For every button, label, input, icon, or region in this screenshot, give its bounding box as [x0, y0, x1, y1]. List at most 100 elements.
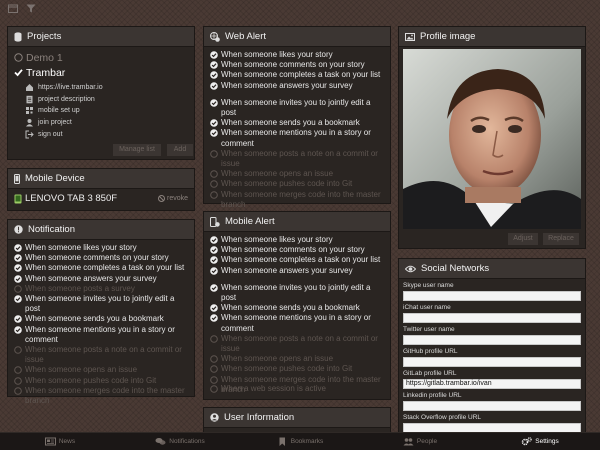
- filter-icon[interactable]: [26, 4, 36, 13]
- mobile-alert-list: When someone likes your story When someon…: [204, 232, 390, 398]
- exclamation-circle-icon: [14, 225, 23, 234]
- option-row[interactable]: When someone likes your story: [14, 243, 188, 253]
- option-row[interactable]: When someone mentions you in a story or …: [210, 128, 384, 148]
- social-networks-panel: Social Networks Skype user name iChat use…: [398, 258, 586, 434]
- check-icon: [14, 69, 23, 77]
- option-row[interactable]: When someone invites you to jointly edit…: [210, 98, 384, 118]
- circle-icon: [210, 170, 218, 179]
- option-row[interactable]: When someone merges code into the master…: [210, 190, 384, 210]
- ban-icon: [157, 195, 165, 202]
- option-row[interactable]: When someone sends you a bookmark: [210, 303, 384, 313]
- mobile-icon: [14, 173, 20, 184]
- option-label: When someone comments on your story: [221, 245, 365, 255]
- option-row[interactable]: When someone merges code into the master…: [14, 386, 188, 406]
- option-row[interactable]: When someone pushes code into Git: [14, 376, 188, 386]
- manage-list-button[interactable]: Manage list: [112, 143, 162, 157]
- social-field-label: GitLab profile URL: [403, 370, 457, 377]
- circle-icon: [14, 366, 22, 375]
- option-row[interactable]: When someone pushes code into Git: [210, 179, 384, 189]
- option-row[interactable]: When someone sends you a bookmark: [210, 118, 384, 128]
- check-circle-icon: [14, 315, 22, 324]
- social-field-input[interactable]: [403, 335, 581, 345]
- nav-tab-news[interactable]: News: [0, 433, 120, 450]
- option-label: When someone answers your survey: [221, 265, 353, 275]
- description-icon: [26, 95, 33, 104]
- circle-icon: [14, 285, 22, 293]
- option-label: When someone posts a note on a commit or…: [25, 345, 182, 365]
- social-field-input[interactable]: [403, 357, 581, 367]
- option-row[interactable]: When someone opens an issue: [210, 354, 384, 364]
- check-circle-icon: [14, 264, 22, 273]
- project-link[interactable]: join project: [25, 117, 194, 129]
- nav-tab-label: Notifications: [169, 438, 205, 445]
- option-row[interactable]: When someone answers your survey: [210, 81, 384, 91]
- circle-icon: [14, 387, 22, 395]
- mobile-device-header: Mobile Device: [8, 169, 194, 189]
- web-session-option[interactable]: When a web session is active: [210, 384, 326, 394]
- user-information-header: User Information: [204, 408, 390, 428]
- user-information-title: User Information: [224, 412, 295, 423]
- option-row[interactable]: When someone posts a note on a commit or…: [14, 345, 188, 365]
- option-row[interactable]: When someone comments on your story: [14, 253, 188, 263]
- option-row[interactable]: When someone completes a task on your li…: [210, 255, 384, 265]
- add-button[interactable]: Add: [166, 143, 194, 157]
- social-field-input[interactable]: [403, 313, 581, 323]
- top-toolbar: [0, 0, 600, 18]
- option-row[interactable]: When someone answers your survey: [210, 266, 384, 276]
- option-row[interactable]: When someone completes a task on your li…: [210, 70, 384, 80]
- social-field-input[interactable]: [403, 401, 581, 411]
- project-link[interactable]: mobile set up: [25, 105, 194, 117]
- nav-tab-notifications[interactable]: Notifications: [120, 433, 240, 450]
- social-field-input[interactable]: https://gitlab.trambar.io/ivan: [403, 379, 581, 389]
- replace-button[interactable]: Replace: [542, 232, 580, 246]
- user-circle-icon: [210, 413, 219, 422]
- option-row[interactable]: When someone comments on your story: [210, 60, 384, 70]
- option-row[interactable]: When someone likes your story: [210, 50, 384, 60]
- comments-icon: [155, 438, 166, 445]
- profile-photo: [403, 49, 581, 229]
- mobile-device-title: Mobile Device: [25, 173, 85, 184]
- nav-tab-bookmarks[interactable]: Bookmarks: [240, 433, 360, 450]
- option-row[interactable]: When someone mentions you in a story or …: [14, 325, 188, 345]
- bottom-navigation: News Notifications Bookmarks People Settings: [0, 432, 600, 450]
- people-icon: [403, 438, 414, 446]
- option-row[interactable]: When someone posts a note on a commit or…: [210, 334, 384, 354]
- check-circle-icon: [14, 295, 22, 303]
- option-row[interactable]: When someone answers your survey: [14, 274, 188, 284]
- option-row[interactable]: When someone likes your story: [210, 235, 384, 245]
- project-link[interactable]: sign out: [25, 128, 194, 140]
- option-row[interactable]: When someone invites you to jointly edit…: [210, 283, 384, 303]
- option-label: When someone merges code into the master…: [221, 189, 381, 209]
- option-label: When someone likes your story: [25, 243, 137, 252]
- option-row[interactable]: When someone posts a note on a commit or…: [210, 149, 384, 169]
- option-row[interactable]: When someone pushes code into Git: [210, 364, 384, 374]
- option-row[interactable]: When someone mentions you in a story or …: [210, 313, 384, 333]
- revoke-link[interactable]: revoke: [167, 195, 188, 202]
- option-label: When someone likes your story: [221, 50, 333, 59]
- option-row[interactable]: When someone invites you to jointly edit…: [14, 294, 188, 314]
- option-row[interactable]: When someone sends you a bookmark: [14, 314, 188, 324]
- option-row[interactable]: When someone posts a survey: [14, 284, 188, 294]
- social-field-input[interactable]: [403, 291, 581, 301]
- project-name: Demo 1: [26, 51, 63, 64]
- adjust-button[interactable]: Adjust: [507, 232, 539, 246]
- project-link-label: sign out: [38, 130, 63, 138]
- project-link-label: join project: [38, 119, 72, 127]
- project-link-label: project description: [38, 95, 95, 103]
- option-row[interactable]: When someone completes a task on your li…: [14, 263, 188, 273]
- nav-tab-settings[interactable]: Settings: [480, 433, 600, 450]
- option-row[interactable]: When someone comments on your story: [210, 245, 384, 255]
- option-row[interactable]: When someone opens an issue: [14, 365, 188, 375]
- project-item[interactable]: Demo 1: [14, 50, 188, 65]
- social-networks-title: Social Networks: [421, 263, 490, 274]
- calendar-icon[interactable]: [8, 4, 18, 13]
- project-item[interactable]: Trambar: [14, 65, 188, 80]
- check-circle-icon: [210, 284, 218, 292]
- project-link[interactable]: https://live.trambar.io: [25, 82, 194, 94]
- project-link[interactable]: project description: [25, 94, 194, 106]
- nav-tab-people[interactable]: People: [360, 433, 480, 450]
- mobile-alert-icon: [210, 216, 220, 227]
- option-row[interactable]: When someone opens an issue: [210, 169, 384, 179]
- mobile-alert-panel: Mobile Alert When someone likes your sto…: [203, 211, 391, 400]
